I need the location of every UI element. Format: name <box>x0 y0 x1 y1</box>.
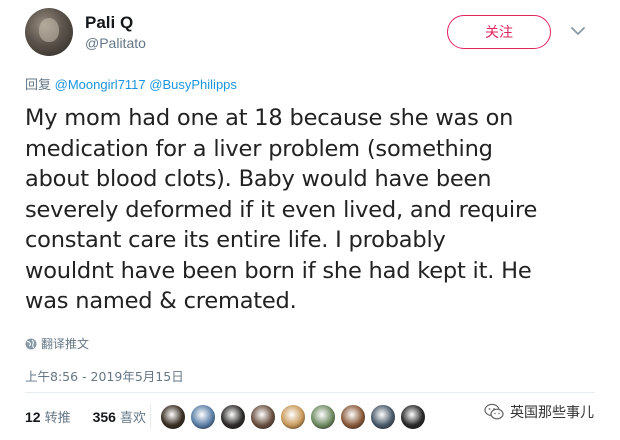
liker-avatar[interactable] <box>310 404 336 430</box>
liker-avatar[interactable] <box>400 404 426 430</box>
liker-avatar[interactable] <box>190 404 216 430</box>
liker-avatars <box>160 404 430 430</box>
wechat-icon <box>484 403 504 420</box>
tweet-line: constant care its entire life. I probabl… <box>25 227 446 253</box>
liker-avatar[interactable] <box>160 404 186 430</box>
liker-avatar[interactable] <box>250 404 276 430</box>
tweet-text: My mom had one at 18 because she was on … <box>25 103 600 317</box>
mention-link[interactable]: @BusyPhilipps <box>149 77 237 92</box>
globe-icon <box>25 338 37 349</box>
tweet-header: Pali Q @Palitato 关注 <box>25 8 595 58</box>
tweet-line: severely deformed if it even lived, and … <box>25 196 538 223</box>
liker-avatar[interactable] <box>220 404 246 430</box>
tweet-line: medication for a liver problem (somethin… <box>25 135 493 162</box>
tweet-line: My mom had one at 18 because she was on <box>25 105 514 131</box>
divider <box>25 392 595 393</box>
likes-label[interactable]: 喜欢 <box>120 407 146 426</box>
reply-context: 回复 @Moongirl7117 @BusyPhilipps <box>25 74 237 93</box>
reply-prefix: 回复 <box>25 77 52 92</box>
author-handle[interactable]: @Palitato <box>85 35 146 51</box>
tweet-stats: 12 转推 356 喜欢 <box>25 407 146 427</box>
follow-button[interactable]: 关注 <box>447 15 551 49</box>
watermark: 英国那些事儿 <box>484 402 594 422</box>
retweets-count[interactable]: 12 <box>25 409 41 425</box>
mention-link[interactable]: @Moongirl7117 <box>55 77 146 92</box>
tweet-line: wouldnt have been born if she had kept i… <box>25 257 532 284</box>
likes-count[interactable]: 356 <box>93 409 116 425</box>
tweet-line: was named & cremated. <box>25 288 297 314</box>
translate-tweet-link[interactable]: 翻译推文 <box>25 335 89 352</box>
author-name[interactable]: Pali Q <box>85 13 133 33</box>
retweets-label[interactable]: 转推 <box>45 407 71 426</box>
tweet-line: about blood clots). Baby would have been <box>25 166 492 192</box>
watermark-text: 英国那些事儿 <box>510 405 594 421</box>
liker-avatar[interactable] <box>370 404 396 430</box>
liker-avatar[interactable] <box>280 404 306 430</box>
translate-label: 翻译推文 <box>41 337 90 351</box>
author-avatar[interactable] <box>25 8 73 56</box>
liker-avatar[interactable] <box>340 404 366 430</box>
chevron-down-icon[interactable] <box>567 20 589 42</box>
divider <box>150 404 151 430</box>
tweet-timestamp[interactable]: 上午8:56 - 2019年5月15日 <box>25 366 184 385</box>
